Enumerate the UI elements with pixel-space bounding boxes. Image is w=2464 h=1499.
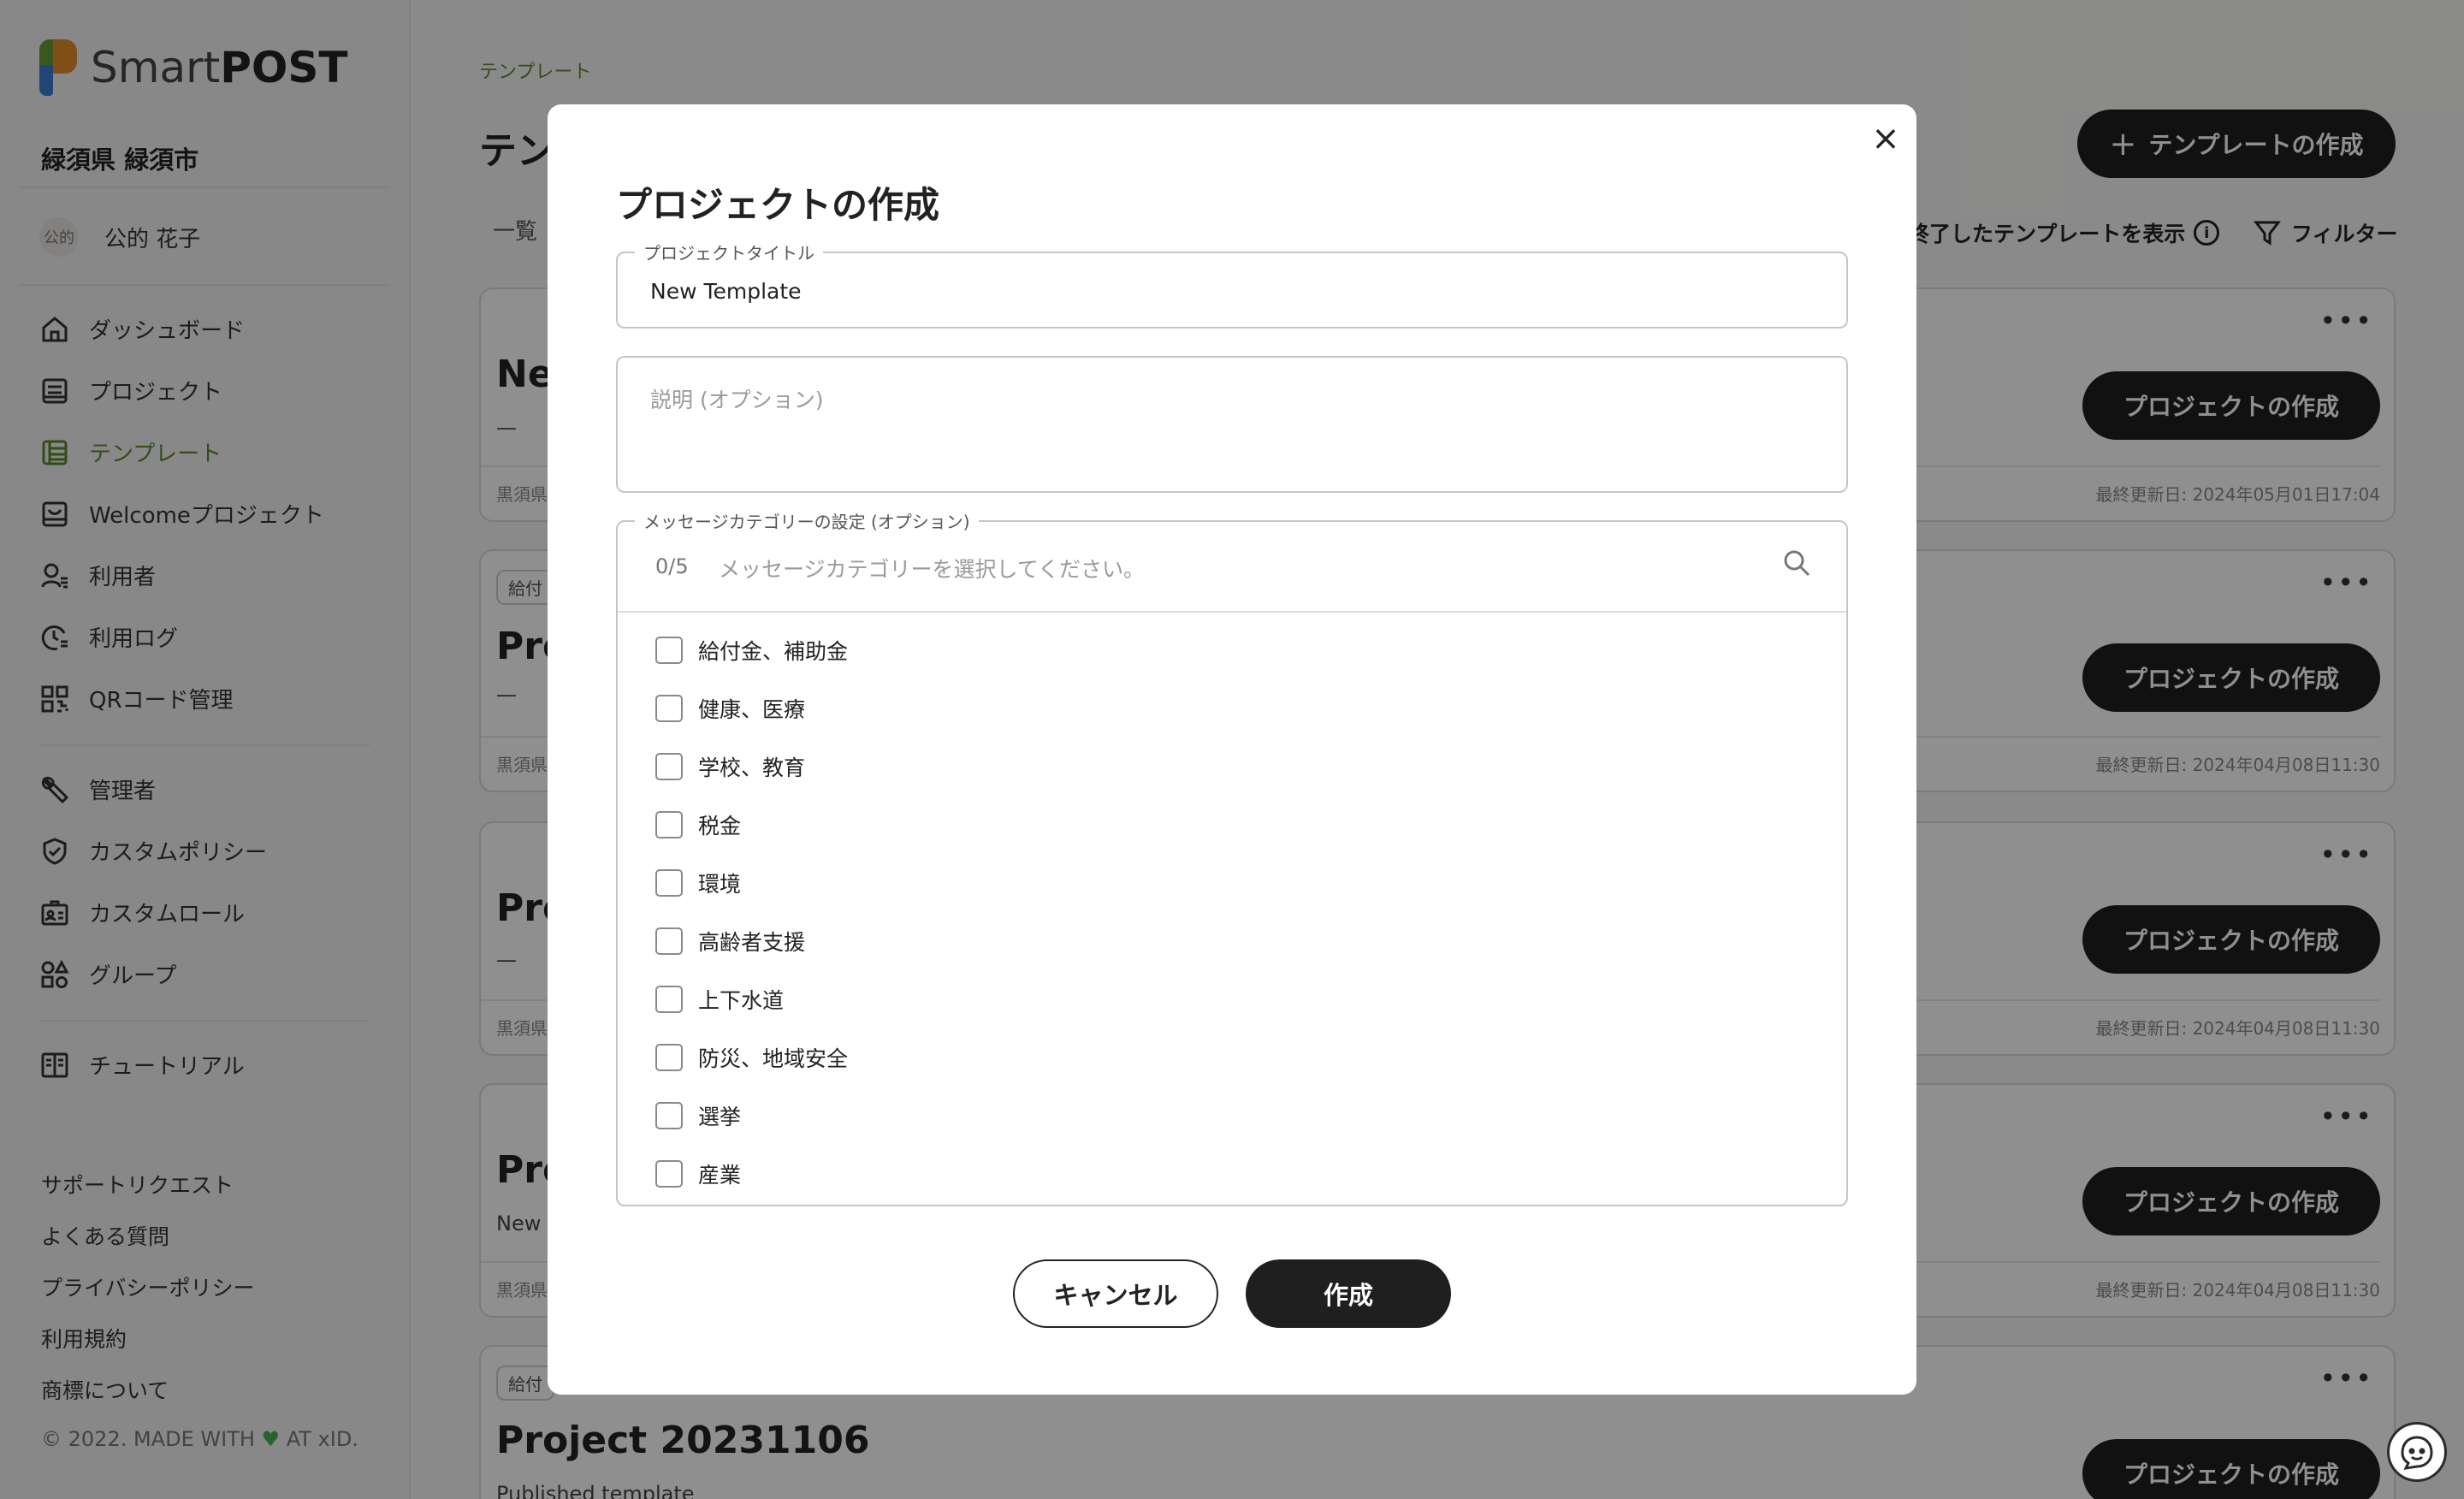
category-option[interactable]: 高齢者支援 <box>655 926 805 957</box>
field-label: プロジェクトタイトル <box>635 240 823 264</box>
checkbox[interactable] <box>655 1102 683 1129</box>
description-field[interactable]: 説明 (オプション) <box>616 356 1848 493</box>
project-title-value[interactable]: New Template <box>650 279 802 304</box>
category-option[interactable]: 防災、地域安全 <box>655 1042 848 1073</box>
category-option[interactable]: 給付金、補助金 <box>655 635 848 666</box>
checkbox[interactable] <box>655 986 683 1013</box>
checkbox[interactable] <box>655 811 683 838</box>
category-option[interactable]: 上下水道 <box>655 984 784 1015</box>
create-project-modal: × プロジェクトの作成 プロジェクトタイトル New Template 説明 (… <box>548 104 1916 1395</box>
category-option[interactable]: 選挙 <box>655 1100 741 1131</box>
checkbox[interactable] <box>655 1160 683 1188</box>
checkbox[interactable] <box>655 1044 683 1071</box>
create-button[interactable]: 作成 <box>1246 1259 1451 1328</box>
category-option[interactable]: 学校、教育 <box>655 751 805 782</box>
category-option[interactable]: 健康、医療 <box>655 693 805 724</box>
category-option[interactable]: 環境 <box>655 868 741 898</box>
project-title-field[interactable]: プロジェクトタイトル New Template <box>616 240 1848 329</box>
cancel-button[interactable]: キャンセル <box>1013 1259 1218 1328</box>
checkbox[interactable] <box>655 753 683 780</box>
message-category-field: メッセージカテゴリーの設定 (オプション) 0/5 メッセージカテゴリーを選択し… <box>616 508 1848 1206</box>
search-icon[interactable] <box>1781 548 1812 582</box>
checkbox[interactable] <box>655 695 683 722</box>
modal-title: プロジェクトの作成 <box>616 184 940 226</box>
category-placeholder: メッセージカテゴリーを選択してください。 <box>719 557 1146 582</box>
checkbox[interactable] <box>655 869 683 897</box>
category-count: 0/5 <box>655 554 689 578</box>
description-placeholder: 説明 (オプション) <box>650 388 824 412</box>
close-icon[interactable]: × <box>1869 121 1903 156</box>
category-option[interactable]: 産業 <box>655 1158 741 1189</box>
checkbox[interactable] <box>655 927 683 955</box>
category-search-input[interactable]: 0/5 メッセージカテゴリーを選択してください。 <box>618 522 1846 613</box>
chat-support-icon[interactable] <box>2387 1422 2447 1482</box>
checkbox[interactable] <box>655 637 683 664</box>
category-option[interactable]: 税金 <box>655 809 741 840</box>
